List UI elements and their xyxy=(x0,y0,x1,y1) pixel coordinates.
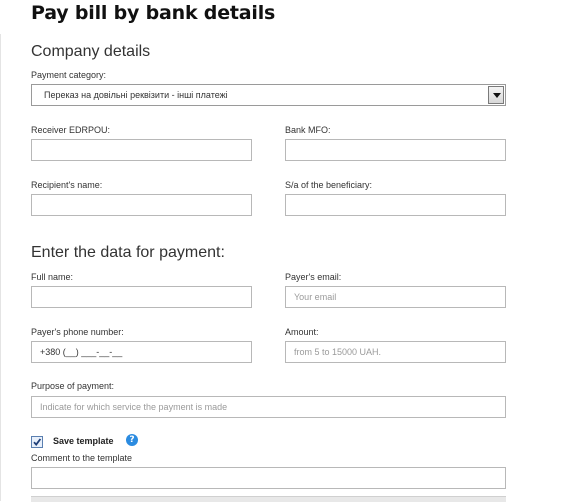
payment-category-label: Payment category: xyxy=(31,70,107,80)
payment-section-title: Enter the data for payment: xyxy=(31,244,225,261)
save-template-checkbox[interactable] xyxy=(31,436,43,448)
chevron-down-icon[interactable] xyxy=(488,86,504,104)
comment-label: Comment to the template xyxy=(31,453,133,463)
bank-mfo-label: Bank MFO: xyxy=(285,125,331,135)
beneficiary-account-label: S/a of the beneficiary: xyxy=(285,180,373,190)
receiver-edrpou-label: Receiver EDRPOU: xyxy=(31,125,111,135)
checkmark-icon xyxy=(33,438,42,447)
amount-label: Amount: xyxy=(285,327,319,337)
email-label: Payer's email: xyxy=(285,272,342,282)
payment-category-value: Переказ на довільні реквізити - інші пла… xyxy=(44,90,228,100)
save-template-label[interactable]: Save template xyxy=(53,436,114,446)
purpose-label: Purpose of payment: xyxy=(31,381,115,391)
company-section-title: Company details xyxy=(31,43,151,60)
full-name-input[interactable] xyxy=(31,286,252,308)
phone-input[interactable]: +380 (__) ___-__-__ xyxy=(31,341,252,363)
bank-mfo-input[interactable] xyxy=(285,139,506,161)
page-title: Pay bill by bank details xyxy=(31,2,276,24)
email-input[interactable]: Your email xyxy=(285,286,506,308)
beneficiary-account-input[interactable] xyxy=(285,194,506,216)
recipient-name-input[interactable] xyxy=(31,194,252,216)
full-name-label: Full name: xyxy=(31,272,74,282)
phone-label: Payer's phone number: xyxy=(31,327,124,337)
next-section-strip xyxy=(31,496,506,502)
help-icon[interactable]: ? xyxy=(126,434,138,446)
left-divider xyxy=(0,34,1,501)
purpose-input[interactable]: Indicate for which service the payment i… xyxy=(31,396,506,418)
amount-input[interactable]: from 5 to 15000 UAH. xyxy=(285,341,506,363)
payment-category-select[interactable]: Переказ на довільні реквізити - інші пла… xyxy=(31,84,506,106)
comment-input[interactable] xyxy=(31,467,506,489)
recipient-name-label: Recipient's name: xyxy=(31,180,103,190)
receiver-edrpou-input[interactable] xyxy=(31,139,252,161)
